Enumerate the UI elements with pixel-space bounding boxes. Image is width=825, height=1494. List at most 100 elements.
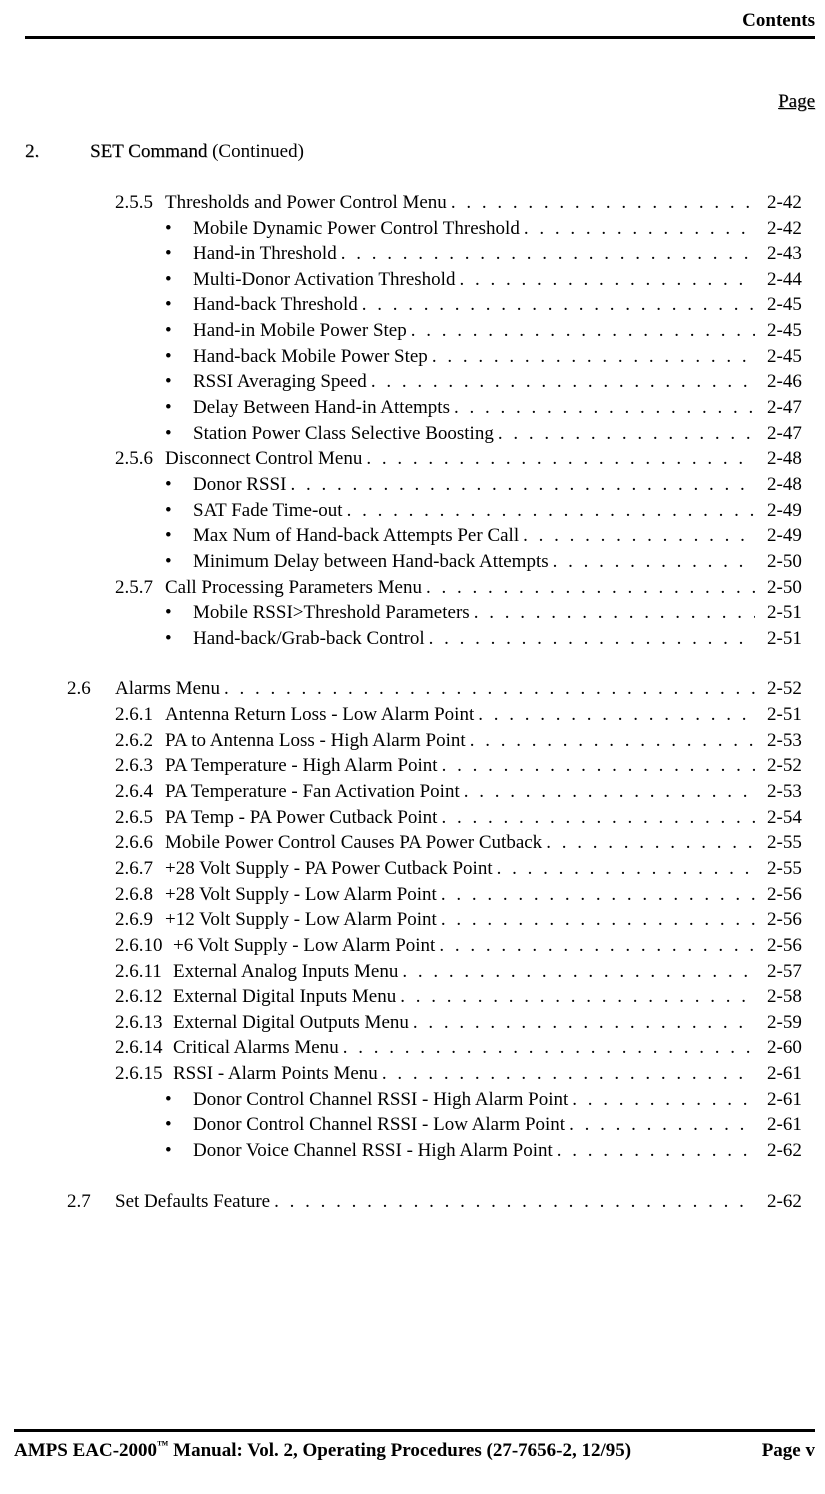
bullet-icon: • [165,395,193,421]
toc-page: 2-56 [755,882,815,908]
bullet-icon: • [165,498,193,524]
leader-dots [435,933,755,959]
leader-dots [270,1189,755,1215]
toc-page: 2-56 [755,933,815,959]
toc-item: 2.6.5PA Temp - PA Power Cutback Point2-5… [115,805,815,831]
section-number: 2. [25,139,60,165]
toc-title: Donor Voice Channel RSSI - High Alarm Po… [193,1138,553,1164]
toc-title: RSSI Averaging Speed [193,369,367,395]
toc-page: 2-55 [755,830,815,856]
leader-dots [493,856,755,882]
toc-page: 2-48 [755,472,815,498]
toc-title: Donor Control Channel RSSI - Low Alarm P… [193,1112,565,1138]
toc-item: 2.6.14Critical Alarms Menu2-60 [115,1035,815,1061]
toc-item: 2.6.4PA Temperature - Fan Activation Poi… [115,779,815,805]
toc-item: 2.6.13External Digital Outputs Menu2-59 [115,1010,815,1036]
toc-title: PA to Antenna Loss - High Alarm Point [165,728,466,754]
toc-title: Minimum Delay between Hand-back Attempts [193,549,549,575]
toc-title: Disconnect Control Menu [165,446,362,472]
leader-dots [428,344,755,370]
toc-title: Set Defaults Feature [115,1189,270,1215]
toc-page: 2-47 [755,395,815,421]
section-title: SET Command [90,141,207,162]
toc-title: Call Processing Parameters Menu [165,575,422,601]
bullet-icon: • [165,1087,193,1113]
toc-page: 2-61 [755,1061,815,1087]
bullet-icon: • [165,549,193,575]
toc-title: +28 Volt Supply - PA Power Cutback Point [165,856,493,882]
toc-title: Mobile Dynamic Power Control Threshold [193,216,520,242]
toc-title: Antenna Return Loss - Low Alarm Point [165,702,474,728]
bullet-icon: • [165,292,193,318]
toc-title: Mobile RSSI>Threshold Parameters [193,600,470,626]
leader-dots [437,805,755,831]
leader-dots [220,676,755,702]
toc-title: PA Temperature - High Alarm Point [165,753,438,779]
toc-page: 2-43 [755,241,815,267]
leader-dots [339,1035,755,1061]
toc-item: 2.6.12External Digital Inputs Menu2-58 [115,984,815,1010]
leader-dots [460,779,755,805]
section-heading: 2. SET Command (Continued) [25,139,815,165]
toc-title: Hand-back/Grab-back Control [193,626,425,652]
bullet-icon: • [165,267,193,293]
toc-page: 2-53 [755,728,815,754]
toc-title: Hand-in Mobile Power Step [193,318,407,344]
toc-number: 2.6.10 [115,933,173,959]
toc-page: 2-60 [755,1035,815,1061]
bullet-icon: • [165,600,193,626]
leader-dots [407,318,755,344]
toc-page: 2-50 [755,575,815,601]
toc-title: External Digital Outputs Menu [173,1010,409,1036]
toc-number: 2.6.9 [115,907,165,933]
toc-bullet-row: •Station Power Class Selective Boosting2… [115,421,815,447]
toc-bullet-row: •SAT Fade Time-out2-49 [115,498,815,524]
toc-bullet-row: •Donor Control Channel RSSI - Low Alarm … [115,1112,815,1138]
toc-bullet-row: •Mobile RSSI>Threshold Parameters2-51 [115,600,815,626]
toc-page: 2-42 [755,216,815,242]
toc-item: 2.6.2PA to Antenna Loss - High Alarm Poi… [115,728,815,754]
toc-title: +6 Volt Supply - Low Alarm Point [173,933,435,959]
toc-page: 2-54 [755,805,815,831]
toc-page: 2-59 [755,1010,815,1036]
bullet-icon: • [165,626,193,652]
leader-dots [542,830,755,856]
header-contents: Contents [25,8,815,34]
toc-title: Thresholds and Power Control Menu [165,190,447,216]
toc-title: Max Num of Hand-back Attempts Per Call [193,523,519,549]
toc-item: 2.6.11External Analog Inputs Menu2-57 [115,959,815,985]
bullet-icon: • [165,523,193,549]
toc-page: 2-47 [755,421,815,447]
toc-item: 2.6.7+28 Volt Supply - PA Power Cutback … [115,856,815,882]
leader-dots [474,702,755,728]
toc-number: 2.7 [67,1189,109,1215]
leader-dots [494,421,755,447]
toc-page: 2-45 [755,344,815,370]
toc-item: 2.6.10+6 Volt Supply - Low Alarm Point 2-… [115,933,815,959]
toc-page: 2-51 [755,702,815,728]
toc-page: 2-62 [755,1189,815,1215]
toc-page: 2-55 [755,856,815,882]
toc-number: 2.6.14 [115,1035,173,1061]
toc-page: 2-50 [755,549,815,575]
leader-dots [337,241,755,267]
bullet-icon: • [165,1112,193,1138]
leader-dots [367,369,755,395]
leader-dots [450,395,755,421]
toc-number: 2.6.4 [115,779,165,805]
toc-title: External Analog Inputs Menu [173,959,398,985]
toc-bullet-row: •Multi-Donor Activation Threshold2-44 [115,267,815,293]
leader-dots [378,1061,755,1087]
toc-bullet-row: •RSSI Averaging Speed2-46 [115,369,815,395]
bullet-icon: • [165,216,193,242]
toc-page: 2-49 [755,523,815,549]
footer-product: AMPS EAC-2000 [14,1440,157,1461]
toc-number: 2.6.7 [115,856,165,882]
toc-title: Donor Control Channel RSSI - High Alarm … [193,1087,568,1113]
toc-title: Donor RSSI [193,472,286,498]
bullet-icon: • [165,318,193,344]
toc-page: 2-58 [755,984,815,1010]
leader-dots [568,1087,755,1113]
toc-title: Alarms Menu [115,676,220,702]
page-footer: AMPS EAC-2000™ Manual: Vol. 2, Operating… [14,1429,815,1464]
